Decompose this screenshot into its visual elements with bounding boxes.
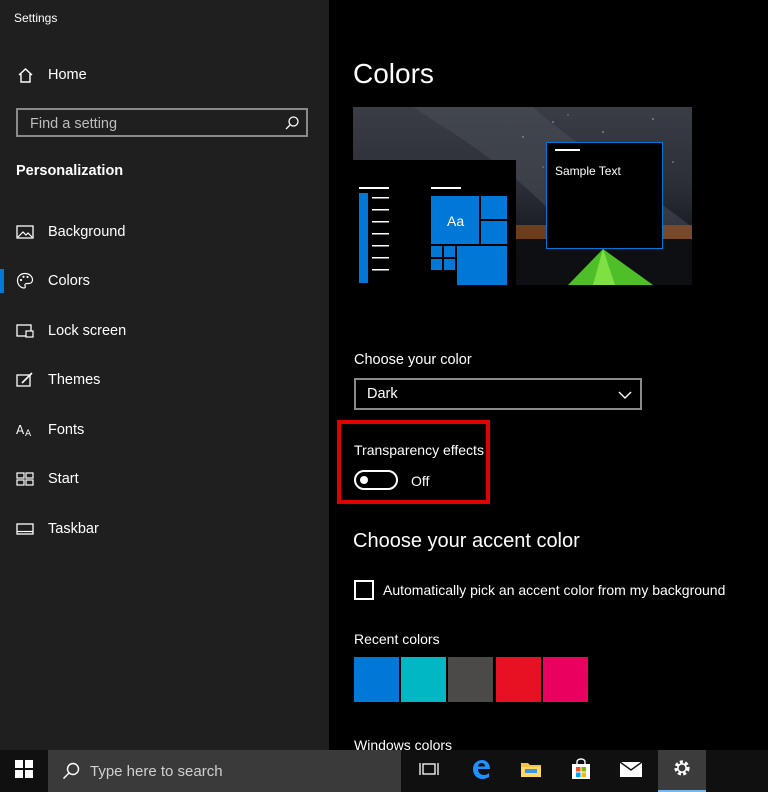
svg-text:A: A	[25, 429, 32, 438]
sidebar-item-label: Colors	[48, 273, 90, 289]
sidebar-item-start[interactable]: Start	[0, 459, 329, 499]
color-swatch[interactable]	[354, 657, 399, 702]
edge-icon	[470, 758, 492, 785]
sidebar: Settings Home Personalization Background…	[0, 0, 329, 750]
edge-button[interactable]	[457, 750, 505, 792]
sidebar-item-lock-screen[interactable]: Lock screen	[0, 311, 329, 351]
find-setting-search[interactable]	[16, 108, 308, 137]
settings-button[interactable]	[658, 750, 706, 792]
store-icon	[570, 757, 592, 785]
palette-icon	[15, 271, 35, 291]
sidebar-item-label: Fonts	[48, 422, 85, 438]
start-icon	[15, 759, 33, 783]
preview-tiles: Aa	[431, 187, 511, 285]
transparency-label: Transparency effects	[354, 442, 484, 458]
recent-colors-label: Recent colors	[354, 631, 440, 647]
search-input[interactable]	[28, 114, 282, 134]
theme-preview: Aa Sample Text	[353, 107, 692, 285]
color-swatch[interactable]	[543, 657, 588, 702]
search-icon[interactable]	[284, 115, 300, 131]
search-icon	[62, 762, 80, 785]
transparency-toggle[interactable]	[354, 470, 398, 490]
start-tiles-icon	[15, 469, 35, 489]
accent-heading: Choose your accent color	[353, 530, 580, 552]
store-button[interactable]	[557, 750, 605, 792]
sidebar-item-label: Lock screen	[48, 323, 127, 339]
home-icon	[15, 65, 35, 85]
taskbar-icon	[15, 519, 35, 539]
auto-accent-checkbox[interactable]	[354, 580, 374, 600]
sidebar-item-taskbar[interactable]: Taskbar	[0, 509, 329, 549]
preview-sample-text: Sample Text	[555, 164, 621, 178]
page-title: Colors	[353, 58, 434, 89]
mail-button[interactable]	[607, 750, 655, 792]
transparency-state: Off	[411, 473, 430, 489]
file-explorer-button[interactable]	[507, 750, 555, 792]
preview-tile-label: Aa	[447, 213, 465, 229]
mail-icon	[619, 760, 643, 783]
start-button[interactable]	[0, 750, 48, 792]
color-swatch[interactable]	[448, 657, 493, 702]
home-link[interactable]: Home	[0, 55, 329, 95]
dropdown-value: Dark	[367, 386, 398, 402]
color-swatch[interactable]	[401, 657, 446, 702]
sidebar-item-background[interactable]: Background	[0, 212, 329, 252]
sidebar-item-colors[interactable]: Colors	[0, 261, 329, 301]
taskbar: Type here to search	[0, 750, 768, 792]
sidebar-item-fonts[interactable]: AA Fonts	[0, 410, 329, 450]
choose-color-dropdown[interactable]: Dark	[354, 378, 642, 410]
taskbar-search-placeholder: Type here to search	[90, 763, 223, 780]
picture-icon	[15, 222, 35, 242]
sidebar-item-label: Taskbar	[48, 521, 99, 537]
taskbar-search[interactable]: Type here to search	[48, 750, 401, 792]
sidebar-item-themes[interactable]: Themes	[0, 360, 329, 400]
section-title: Personalization	[16, 163, 124, 179]
fonts-icon: AA	[15, 420, 35, 440]
choose-color-label: Choose your color	[354, 352, 472, 368]
svg-text:A: A	[16, 423, 25, 437]
task-view-icon	[419, 761, 439, 782]
sidebar-item-label: Themes	[48, 372, 101, 388]
preview-sample-window: Sample Text	[546, 142, 663, 249]
app-title: Settings	[14, 11, 58, 25]
home-label: Home	[48, 67, 87, 83]
file-explorer-icon	[520, 760, 542, 783]
settings-icon	[672, 758, 692, 783]
highlight-box	[337, 420, 490, 504]
chevron-down-icon	[618, 388, 632, 400]
auto-accent-label[interactable]: Automatically pick an accent color from …	[383, 582, 725, 598]
lock-screen-icon	[15, 321, 35, 341]
toggle-knob	[360, 476, 368, 484]
task-view-button[interactable]	[405, 750, 453, 792]
themes-icon	[15, 370, 35, 390]
sidebar-item-label: Background	[48, 224, 126, 240]
preview-start-list	[359, 187, 399, 283]
color-swatch[interactable]	[496, 657, 541, 702]
sidebar-item-label: Start	[48, 471, 79, 487]
